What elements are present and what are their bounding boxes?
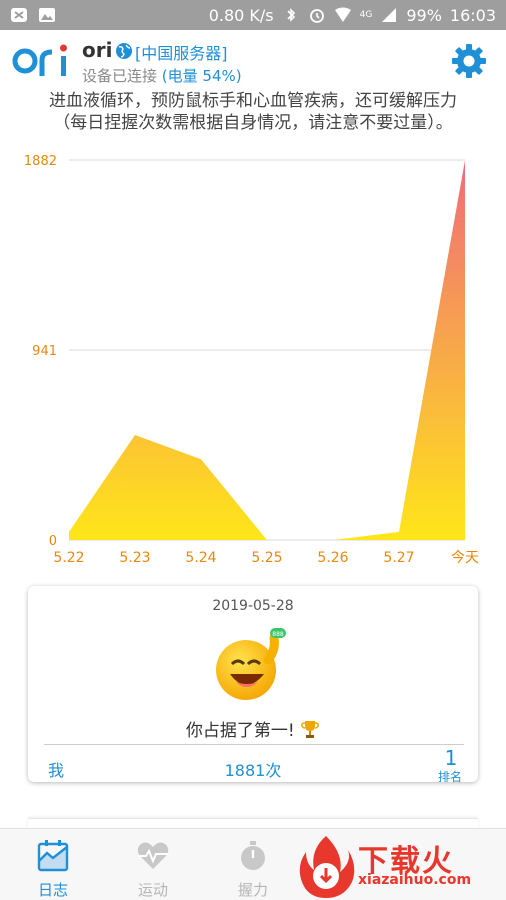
- wifi-icon: [334, 7, 351, 22]
- rank-number: 1: [444, 746, 458, 770]
- battery-percent: 99%: [406, 5, 442, 25]
- alarm-icon: [309, 9, 324, 23]
- status-bar: 0.80 K/s 4G 99% 16:03: [0, 0, 506, 30]
- image-notification-icon: [39, 8, 55, 22]
- settings-gear-icon[interactable]: [450, 42, 488, 80]
- x-tick-label: 5.25: [251, 550, 282, 566]
- x-tick-label: 5.24: [185, 550, 216, 566]
- tab-log[interactable]: 日志: [8, 839, 98, 900]
- card-date: 2019-05-28: [212, 598, 294, 614]
- tab-log-label: 日志: [37, 881, 68, 899]
- tab-grip[interactable]: 握力: [208, 839, 298, 900]
- description-line-2: （每日捏握次数需根据自身情况，请注意不要过量）。: [53, 113, 453, 133]
- connection-text: 设备已连接: [82, 67, 158, 85]
- log-chart-icon: [37, 840, 69, 872]
- watermark-url: xiazaihuo.com: [358, 872, 472, 888]
- clock: 16:03: [449, 5, 496, 25]
- x-tick-label: 5.23: [119, 550, 150, 566]
- grip-count-chart: 0 941 1882 5.22 5.23 5.24 5.25 5.26 5.27 今天: [24, 154, 479, 566]
- fire-logo-icon: [299, 836, 355, 898]
- rank-message-text: 你占据了第一!: [185, 721, 295, 741]
- tab-exercise[interactable]: 运动: [108, 839, 198, 900]
- heart-pulse-icon: [137, 842, 169, 869]
- y-tick-label: 0: [49, 534, 57, 549]
- happy-emoji-icon: 888: [216, 628, 286, 700]
- network-type: 4G: [359, 10, 373, 20]
- description-text: 进血液循环，预防鼠标手和心血管疾病，还可缓解压力 （每日捏握次数需根据自身情况，…: [0, 90, 506, 134]
- bluetooth-icon: [287, 8, 295, 22]
- network-speed: 0.80 K/s: [208, 5, 274, 25]
- ori-logo: [12, 44, 67, 76]
- card-divider: [44, 744, 464, 745]
- stopwatch-icon: [241, 841, 265, 870]
- globe-icon[interactable]: [115, 42, 133, 60]
- app-header: ori [中国服务器] 设备已连接 (电量 54%): [0, 30, 506, 90]
- x-tick-label: 今天: [451, 550, 479, 566]
- description-line-1: 进血液循环，预防鼠标手和心血管疾病，还可缓解压力: [49, 91, 457, 111]
- app-name: ori: [82, 38, 113, 62]
- signal-icon: [382, 8, 397, 22]
- x-tick-label: 5.22: [53, 550, 84, 566]
- rank-label: 排名: [437, 770, 462, 784]
- watermark: 下载火 xiazaihuo.com: [296, 832, 506, 900]
- server-selector[interactable]: [中国服务器]: [135, 40, 228, 64]
- device-battery: (电量 54%): [161, 67, 242, 85]
- x-tick-label: 5.26: [317, 550, 348, 566]
- y-tick-label: 1882: [24, 154, 57, 169]
- svg-text:888: 888: [272, 631, 284, 638]
- tab-grip-label: 握力: [237, 881, 268, 899]
- tab-exercise-label: 运动: [137, 881, 168, 899]
- connection-status: 设备已连接 (电量 54%): [82, 65, 242, 86]
- grip-count: 1881次: [224, 761, 282, 780]
- rank-message: 你占据了第一!: [28, 716, 478, 741]
- x-tick-label: 5.27: [383, 550, 414, 566]
- y-tick-label: 941: [32, 344, 57, 359]
- area-series: [69, 435, 267, 540]
- trophy-icon: [301, 721, 320, 738]
- notification-app-icon: [11, 8, 27, 22]
- daily-rank-card[interactable]: 2019-05-28 888 你占据了第一! 我 1881次 1 排名: [28, 586, 478, 784]
